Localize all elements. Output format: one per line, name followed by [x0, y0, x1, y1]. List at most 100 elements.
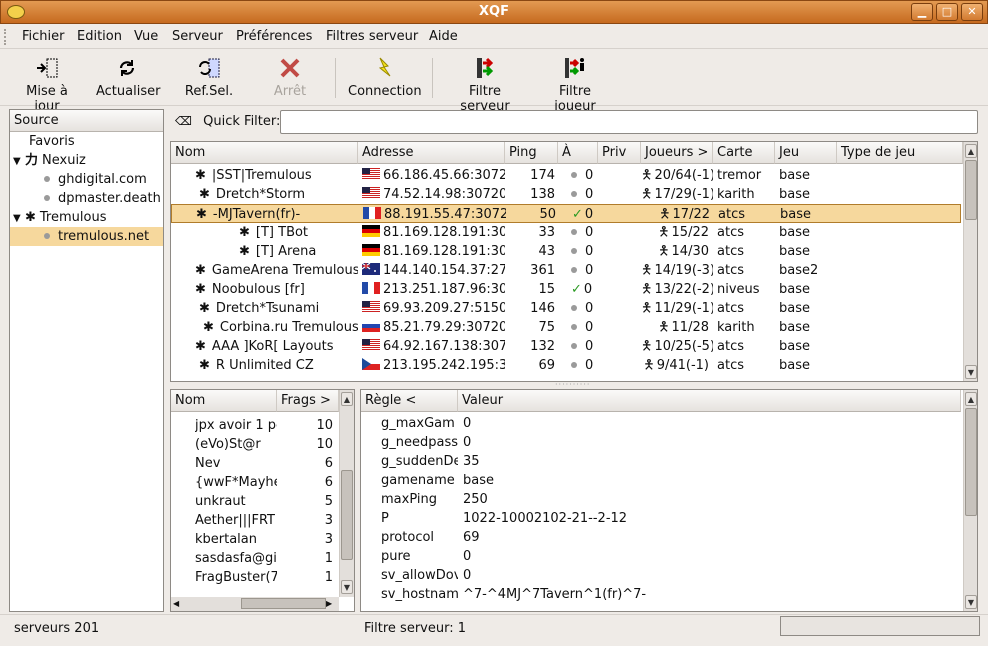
- rule-row[interactable]: g_maxGam 0: [361, 414, 961, 433]
- server-game: base: [779, 301, 810, 316]
- col-header-players[interactable]: Joueurs >: [641, 142, 713, 164]
- menu-aide[interactable]: Aide: [429, 29, 458, 44]
- scroll-down-icon[interactable]: ▼: [965, 595, 977, 609]
- scroll-right-icon[interactable]: ▶: [326, 598, 336, 609]
- server-row[interactable]: ✱ GameArena Tremulous 144.140.154.37:27 361…: [171, 261, 961, 280]
- col-header-gametype[interactable]: Type de jeu: [837, 142, 963, 164]
- col-header-player-name[interactable]: Nom: [171, 390, 277, 412]
- quick-filter-input[interactable]: [280, 110, 978, 134]
- col-header-value[interactable]: Valeur: [458, 390, 961, 412]
- col-header-rule[interactable]: Règle <: [361, 390, 458, 412]
- rule-row[interactable]: pure 0: [361, 547, 961, 566]
- tremulous-bug-icon: ✱: [25, 210, 36, 225]
- server-row[interactable]: ✱ |SST|Tremulous 66.186.45.66:3072 174 0 🯅 20/…: [171, 166, 961, 185]
- close-button[interactable]: ✕: [961, 3, 983, 21]
- rule-row[interactable]: g_needpass 0: [361, 433, 961, 452]
- player-row[interactable]: FragBuster(7 1: [171, 568, 339, 587]
- tree-item-master[interactable]: ghdigital.com: [10, 170, 163, 189]
- scroll-left-icon[interactable]: ◀: [173, 598, 183, 609]
- connect-button[interactable]: Connection: [348, 56, 422, 99]
- col-header-frags[interactable]: Frags >: [277, 390, 339, 412]
- tree-item-master[interactable]: dpmaster.death: [10, 189, 163, 208]
- scroll-thumb[interactable]: [341, 470, 353, 560]
- server-map: atcs: [717, 358, 744, 373]
- refsel-button[interactable]: Ref.Sel.: [184, 56, 234, 99]
- rules-list-scrollbar[interactable]: ▲ ▼: [963, 390, 977, 611]
- player-list-hscrollbar[interactable]: ◀ ▶: [171, 597, 339, 611]
- pane-resize-handle[interactable]: ··········: [555, 380, 590, 389]
- source-header[interactable]: Source: [10, 110, 163, 132]
- player-row[interactable]: Nev 6: [171, 454, 339, 473]
- menu-preferences[interactable]: Préférences: [236, 29, 312, 44]
- rule-value: 0: [463, 549, 472, 564]
- stop-button[interactable]: Arrêt: [270, 56, 310, 99]
- server-row[interactable]: ✱ [T] Arena 81.169.128.191:30 43 0 🯅 14/30 atcs…: [171, 242, 961, 261]
- rule-row[interactable]: g_suddenDe 35: [361, 452, 961, 471]
- rule-row[interactable]: P 1022-10002102-21--2-12: [361, 509, 961, 528]
- server-row[interactable]: ✱ Dretch*Tsunami 69.93.209.27:5150 146 0 🯅 11/…: [171, 299, 961, 318]
- col-header-priv[interactable]: Priv: [598, 142, 641, 164]
- scroll-up-icon[interactable]: ▲: [965, 144, 977, 158]
- player-row[interactable]: jpx avoir 1 pe 10: [171, 416, 339, 435]
- refresh-button[interactable]: Actualiser: [96, 56, 160, 99]
- rule-row[interactable]: sv_allowDov 0: [361, 566, 961, 585]
- col-header-a[interactable]: À: [558, 142, 598, 164]
- server-row[interactable]: ✱ AAA ]KoR[ Layouts 64.92.167.138:307 132 0 🯅…: [171, 337, 961, 356]
- player-row[interactable]: unkraut 5: [171, 492, 339, 511]
- tree-item-favorites[interactable]: Favoris: [10, 132, 163, 151]
- player-row[interactable]: {wwF*Mayhe 6: [171, 473, 339, 492]
- server-row[interactable]: ✱ [T] TBot 81.169.128.191:30 33 0 🯅 15/22 atcs b…: [171, 223, 961, 242]
- server-row[interactable]: ✱ R Unlimited CZ 213.195.242.195:3 69 0 🯅 9/41…: [171, 356, 961, 375]
- server-filter-button[interactable]: Filtre serveur: [444, 56, 526, 114]
- player-filter-button[interactable]: Filtre joueur: [538, 56, 612, 114]
- player-list-scrollbar[interactable]: ▲ ▼: [339, 390, 354, 597]
- scroll-down-icon[interactable]: ▼: [341, 580, 353, 594]
- rule-row[interactable]: protocol 69: [361, 528, 961, 547]
- rule-row[interactable]: sv_hostnam ^7-^4MJ^7Tavern^1(fr)^7-: [361, 585, 961, 604]
- tree-group-tremulous[interactable]: ▼ ✱ Tremulous: [10, 208, 163, 227]
- menu-fichier[interactable]: Fichier: [22, 29, 65, 44]
- server-players: 20/64(-1): [654, 168, 713, 183]
- rule-row[interactable]: maxPing 250: [361, 490, 961, 509]
- server-row[interactable]: ✱ Noobulous [fr] 213.251.187.96:30 15 ✓ 0 🯅 13/…: [171, 280, 961, 299]
- tree-group-nexuiz[interactable]: ▼ 力 Nexuiz: [10, 151, 163, 170]
- tremulous-bug-icon: ✱: [195, 282, 206, 297]
- server-name: [T] TBot: [255, 225, 309, 240]
- server-row[interactable]: ✱ Dretch*Storm 74.52.14.98:30720 138 0 🯅 17/29…: [171, 185, 961, 204]
- clear-filter-icon[interactable]: ⌫: [175, 114, 193, 128]
- expander-down-icon[interactable]: ▼: [13, 209, 25, 228]
- menu-vue[interactable]: Vue: [134, 29, 158, 44]
- menu-edition[interactable]: Edition: [77, 29, 122, 44]
- menu-serveur[interactable]: Serveur: [172, 29, 223, 44]
- player-row[interactable]: kbertalan 3: [171, 530, 339, 549]
- col-header-map[interactable]: Carte: [713, 142, 775, 164]
- player-row[interactable]: Aether|||FRT 3: [171, 511, 339, 530]
- col-header-name[interactable]: Nom: [171, 142, 358, 164]
- tree-item-master-selected[interactable]: tremulous.net: [10, 227, 163, 246]
- player-row[interactable]: (eVo)St@r 10: [171, 435, 339, 454]
- server-row[interactable]: ✱ Corbina.ru Tremulous 85.21.79.29:30720 75…: [171, 318, 961, 337]
- source-tree[interactable]: Source Favoris ▼ 力 Nexuiz ghdigital.com dp…: [9, 109, 164, 612]
- col-header-game[interactable]: Jeu: [775, 142, 837, 164]
- scroll-thumb[interactable]: [965, 160, 977, 220]
- rule-row[interactable]: gamename base: [361, 471, 961, 490]
- maximize-button[interactable]: □: [936, 3, 958, 21]
- scroll-thumb[interactable]: [241, 598, 326, 609]
- expander-down-icon[interactable]: ▼: [13, 152, 25, 171]
- minimize-button[interactable]: ▁: [911, 3, 933, 21]
- player-row[interactable]: sasdasfa@gi 1: [171, 549, 339, 568]
- col-header-ping[interactable]: Ping: [505, 142, 558, 164]
- scroll-down-icon[interactable]: ▼: [965, 365, 977, 379]
- scroll-up-icon[interactable]: ▲: [341, 392, 353, 406]
- server-ping: 132: [530, 339, 555, 354]
- server-list-scrollbar[interactable]: ▲ ▼: [963, 142, 977, 381]
- scroll-thumb[interactable]: [965, 408, 977, 516]
- player-frags: 10: [316, 418, 333, 433]
- menu-filtres-serveur[interactable]: Filtres serveur: [326, 29, 418, 44]
- server-a: 0: [585, 225, 594, 240]
- server-row[interactable]: ✱ -MJTavern(fr)- 88.191.55.47:3072 50 ✓ 0 🯅 17/…: [171, 204, 961, 223]
- refsel-label: Ref.Sel.: [184, 84, 234, 99]
- scroll-up-icon[interactable]: ▲: [965, 392, 977, 406]
- col-header-address[interactable]: Adresse: [358, 142, 505, 164]
- update-button[interactable]: Mise à jour: [12, 56, 82, 114]
